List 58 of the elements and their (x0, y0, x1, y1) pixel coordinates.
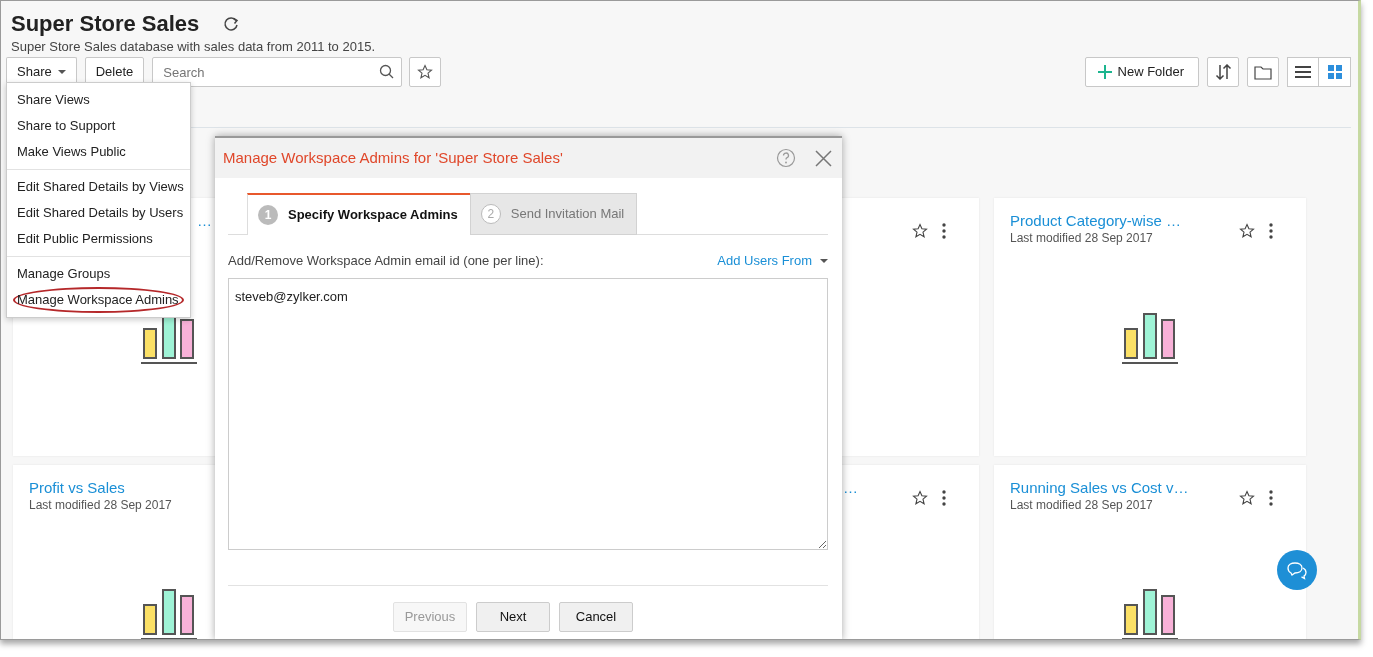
chat-bubbles-icon (1287, 560, 1307, 580)
sort-button[interactable] (1207, 57, 1239, 87)
list-icon (1294, 64, 1312, 80)
new-folder-button[interactable]: New Folder (1084, 57, 1199, 87)
step-tab[interactable]: 1 Specify Workspace Admins (247, 193, 470, 235)
grid-icon (1326, 64, 1343, 80)
dialog-button[interactable]: Next (476, 602, 550, 632)
close-icon[interactable] (815, 149, 832, 167)
page-subtitle: Super Store Sales database with sales data from 2011 to 2015. (11, 39, 376, 55)
more-options-icon[interactable] (942, 490, 946, 506)
star-icon (417, 64, 434, 80)
bar-chart-icon (141, 587, 197, 639)
field-label: Add/Remove Workspace Admin email id (one per line): (228, 252, 544, 270)
menu-item[interactable]: Edit Shared Details by Views (7, 174, 190, 200)
menu-item[interactable]: Manage Groups (7, 261, 190, 287)
folder-button[interactable] (1247, 57, 1279, 87)
menu-item[interactable]: Share to Support (7, 113, 190, 139)
plus-icon (1097, 65, 1112, 79)
list-view-button[interactable] (1287, 57, 1319, 87)
dialog-button[interactable]: Cancel (559, 602, 633, 632)
modified-date: Last modified 28 Sep 2017 (29, 497, 173, 513)
menu-item[interactable]: Make Views Public (7, 139, 190, 165)
sort-arrows-icon (1214, 64, 1232, 80)
bar-chart-icon (1122, 311, 1178, 365)
chat-button[interactable] (1277, 550, 1317, 590)
search-field[interactable]: Search (152, 57, 403, 87)
step-label: Send Invitation Mail (510, 205, 625, 224)
more-options-icon[interactable] (942, 223, 946, 239)
star-icon[interactable] (912, 490, 928, 506)
more-options-icon[interactable] (1269, 490, 1273, 506)
modified-date: Last modified 28 Sep 2017 (1010, 230, 1154, 246)
star-icon[interactable] (1239, 490, 1255, 506)
dialog-title: Manage Workspace Admins for 'Super Store Sales' (223, 147, 564, 168)
menu-item[interactable]: Manage Workspace Admins (13, 287, 184, 313)
bar-chart-icon (1122, 587, 1178, 639)
menu-item[interactable]: Edit Shared Details by Users (7, 200, 190, 226)
page-title: Super Store Sales (11, 10, 200, 38)
step-label: Specify Workspace Admins (288, 206, 458, 225)
step-tab[interactable]: 2 Send Invitation Mail (469, 193, 638, 235)
menu-item[interactable]: Share Views (7, 87, 190, 113)
report-title-link[interactable]: Product Category-wise … (1010, 212, 1239, 230)
caret-icon (57, 70, 66, 74)
menu-item[interactable]: Edit Public Permissions (7, 226, 190, 252)
report-title-link[interactable]: … (843, 479, 912, 497)
modified-date: Last modified 28 Sep 2017 (1010, 497, 1154, 513)
star-icon[interactable] (912, 223, 928, 239)
refresh-icon[interactable] (223, 16, 240, 32)
report-title-link[interactable]: Running Sales vs Cost v… (1010, 479, 1239, 497)
star-icon[interactable] (1239, 223, 1255, 239)
folder-icon (1254, 64, 1272, 80)
search-icon (379, 64, 395, 79)
caret-icon (820, 258, 828, 263)
step-number: 2 (480, 204, 501, 224)
favorite-button[interactable] (409, 57, 442, 87)
email-textarea[interactable]: steveb@zylker.com (228, 277, 828, 550)
add-users-dropdown[interactable]: Add Users From (717, 251, 828, 271)
more-options-icon[interactable] (1269, 223, 1273, 239)
step-number: 1 (258, 205, 278, 225)
